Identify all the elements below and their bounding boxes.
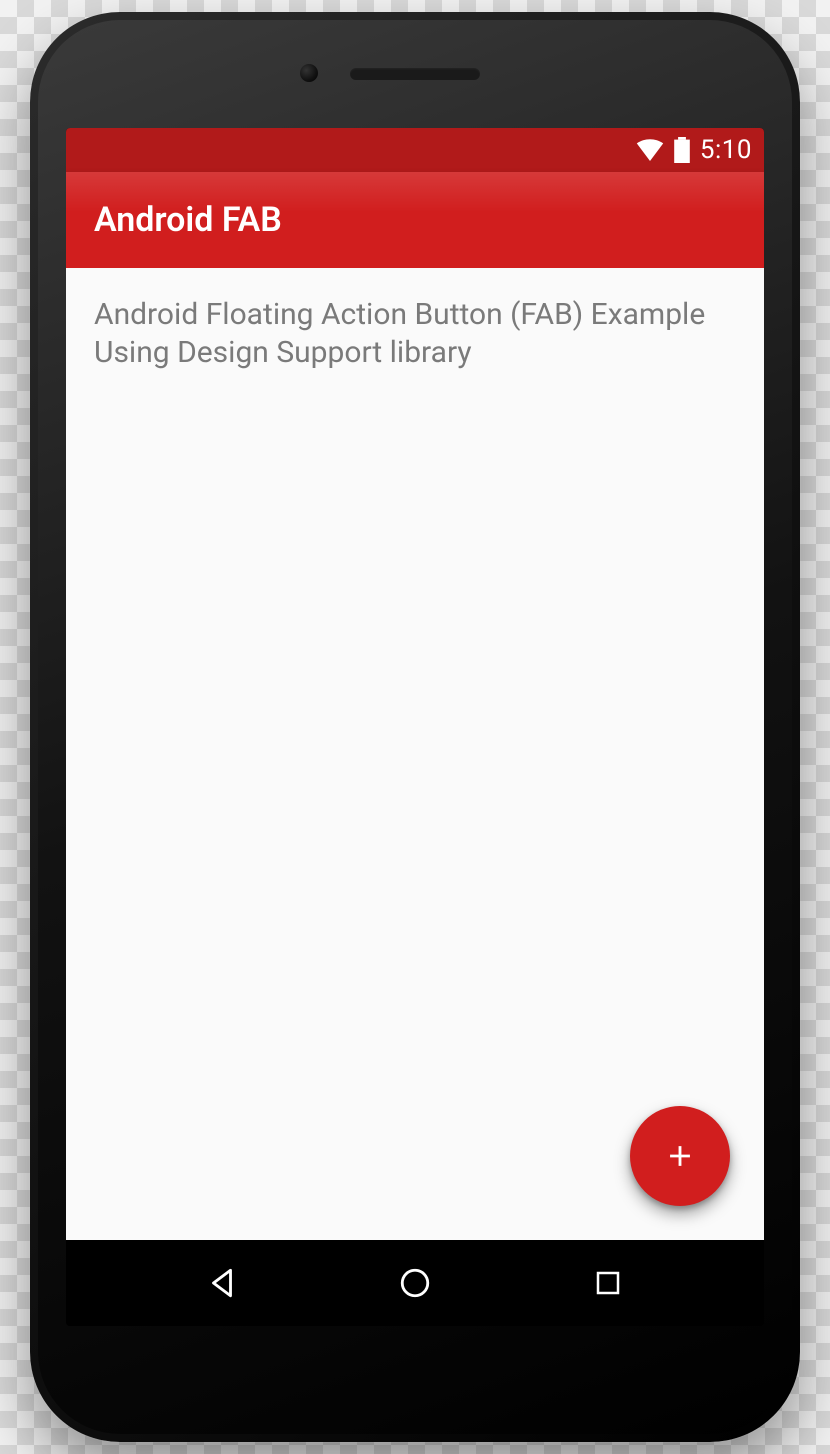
content-area: Android Floating Action Button (FAB) Exa…: [66, 268, 764, 1240]
page-background: 5:10 Android FAB Android Floating Action…: [0, 0, 830, 1454]
device-frame: 5:10 Android FAB Android Floating Action…: [30, 12, 800, 1442]
fab-add-button[interactable]: [630, 1106, 730, 1206]
app-toolbar: Android FAB: [66, 172, 764, 268]
device-earpiece: [350, 68, 480, 80]
wifi-icon: [636, 139, 664, 161]
nav-home-button[interactable]: [375, 1253, 455, 1313]
status-bar-time: 5:10: [700, 135, 752, 165]
plus-icon: [663, 1139, 697, 1173]
back-triangle-icon: [205, 1266, 239, 1300]
nav-back-button[interactable]: [182, 1253, 262, 1313]
device-front-camera: [300, 64, 318, 82]
app-title: Android FAB: [94, 200, 282, 240]
body-text: Android Floating Action Button (FAB) Exa…: [94, 296, 736, 373]
status-bar: 5:10: [66, 128, 764, 172]
nav-recents-button[interactable]: [568, 1253, 648, 1313]
battery-icon: [674, 137, 690, 163]
recents-square-icon: [593, 1268, 623, 1298]
device-screen: 5:10 Android FAB Android Floating Action…: [66, 128, 764, 1326]
android-nav-bar: [66, 1240, 764, 1326]
home-circle-icon: [398, 1266, 432, 1300]
